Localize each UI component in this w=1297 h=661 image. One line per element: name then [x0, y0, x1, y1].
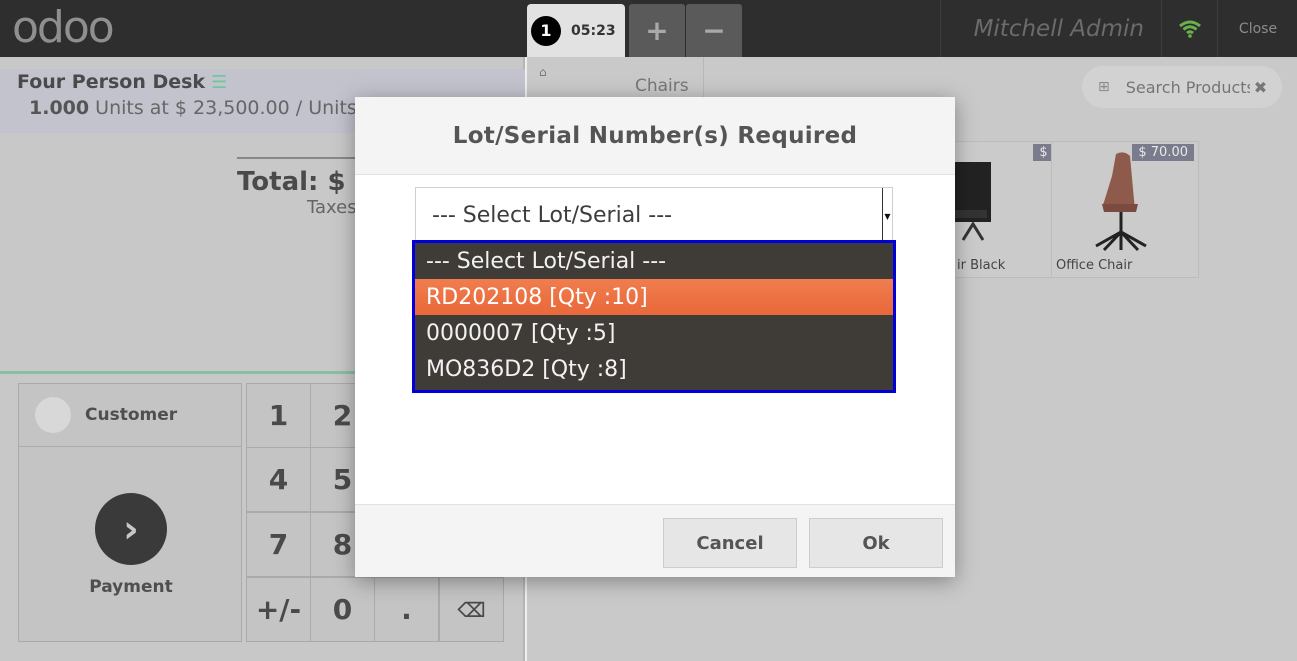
customer-label: Customer: [85, 405, 178, 425]
select-value: --- Select Lot/Serial ---: [432, 202, 673, 228]
odoo-logo: odoo: [12, 2, 115, 53]
order-time: 05:23: [571, 22, 616, 39]
order-line-product: Four Person Desk: [17, 71, 206, 93]
numpad-key-4[interactable]: 4: [246, 447, 311, 512]
payment-label: Payment: [89, 577, 173, 597]
numpad-key-0[interactable]: 0: [310, 577, 375, 642]
list-icon: ☰: [211, 71, 228, 93]
numpad-key-7[interactable]: 7: [246, 512, 311, 577]
dialog-footer: Cancel Ok: [355, 504, 955, 577]
remove-order-button[interactable]: −: [686, 4, 742, 57]
numpad-key-1[interactable]: 1: [246, 383, 311, 448]
payment-button[interactable]: › Payment: [18, 447, 242, 642]
product-name: Office Chair: [1056, 258, 1133, 273]
backspace-icon[interactable]: ⌫: [439, 577, 504, 642]
lot-serial-dropdown: --- Select Lot/Serial --- RD202108 [Qty …: [412, 240, 896, 393]
order-line-name: Four Person Desk ☰: [17, 71, 508, 93]
product-image: [1095, 152, 1147, 252]
numpad-key-plusminus[interactable]: +/-: [246, 577, 311, 642]
user-name[interactable]: Mitchell Admin: [940, 0, 1160, 57]
search-input[interactable]: [1125, 77, 1250, 97]
product-name: ir Black: [957, 258, 1006, 273]
chevron-down-icon: ▼: [882, 188, 892, 244]
avatar: [35, 397, 71, 433]
ok-button[interactable]: Ok: [809, 518, 943, 568]
logo-text: odoo: [12, 2, 115, 53]
close-button[interactable]: Close: [1219, 0, 1297, 57]
order-tab[interactable]: 1 05:23: [527, 4, 625, 57]
divider: [0, 371, 355, 374]
breadcrumb-chairs[interactable]: Chairs: [635, 76, 689, 96]
customer-button[interactable]: Customer: [18, 383, 242, 447]
dialog-title: Lot/Serial Number(s) Required: [355, 97, 955, 175]
chevron-right-icon: ›: [95, 493, 167, 565]
search-box: ⊞ ✖: [1082, 66, 1282, 108]
top-header: odoo 1 05:23 + − Mitchell Admin Close: [0, 0, 1297, 57]
search-icon: ⊞: [1098, 79, 1110, 95]
order-line-detail: Units at $ 23,500.00 / Units: [95, 97, 357, 119]
cancel-button[interactable]: Cancel: [663, 518, 797, 568]
order-line-qty: 1.000: [29, 97, 90, 119]
product-price: $ 70.00: [1132, 144, 1194, 161]
wifi-icon: [1161, 0, 1218, 57]
dropdown-option[interactable]: --- Select Lot/Serial ---: [415, 243, 893, 279]
lot-serial-dialog: Lot/Serial Number(s) Required --- Select…: [355, 97, 955, 577]
order-number-badge: 1: [531, 15, 561, 46]
add-order-button[interactable]: +: [629, 4, 685, 57]
dropdown-option[interactable]: MO836D2 [Qty :8]: [415, 351, 893, 387]
numpad-key-dot[interactable]: .: [374, 577, 439, 642]
clear-search-icon[interactable]: ✖: [1254, 78, 1267, 97]
dropdown-option[interactable]: 0000007 [Qty :5]: [415, 315, 893, 351]
lot-serial-select[interactable]: --- Select Lot/Serial --- ▼: [415, 187, 893, 244]
product-card[interactable]: $ 70.00 Office Chair: [1051, 141, 1199, 278]
product-image: [953, 162, 991, 241]
dropdown-option-highlighted[interactable]: RD202108 [Qty :10]: [415, 279, 893, 315]
